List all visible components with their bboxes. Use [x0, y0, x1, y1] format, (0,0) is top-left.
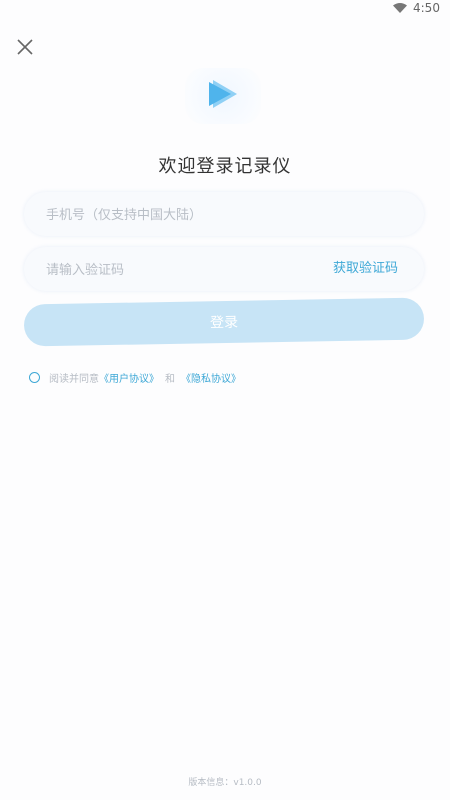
status-bar: 4:50 [0, 0, 450, 16]
wifi-icon [393, 3, 407, 13]
close-icon[interactable] [15, 37, 35, 57]
agreement-checkbox[interactable] [29, 371, 40, 383]
code-field: 获取验证码 [24, 247, 424, 293]
user-agreement-link[interactable]: 《用户协议》 [99, 370, 159, 385]
phone-input[interactable] [44, 192, 328, 238]
phone-field [24, 192, 424, 238]
page-title: 欢迎登录记录仪 [158, 156, 292, 177]
status-time: 4:50 [413, 1, 440, 15]
agreement-prefix: 阅读并同意 [49, 373, 99, 385]
agreement-and: 和 [165, 373, 175, 385]
version-info: 版本信息：v1.0.0 [188, 778, 262, 788]
get-code-button[interactable]: 获取验证码 [333, 247, 398, 291]
privacy-policy-link[interactable]: 《隐私协议》 [181, 370, 241, 385]
agreement-row: 阅读并同意 《用户协议》 和 《隐私协议》 [29, 368, 241, 386]
play-logo-icon [209, 80, 237, 108]
verification-code-input[interactable] [44, 247, 328, 293]
login-button[interactable]: 登录 [23, 297, 425, 347]
app-logo [185, 68, 261, 124]
